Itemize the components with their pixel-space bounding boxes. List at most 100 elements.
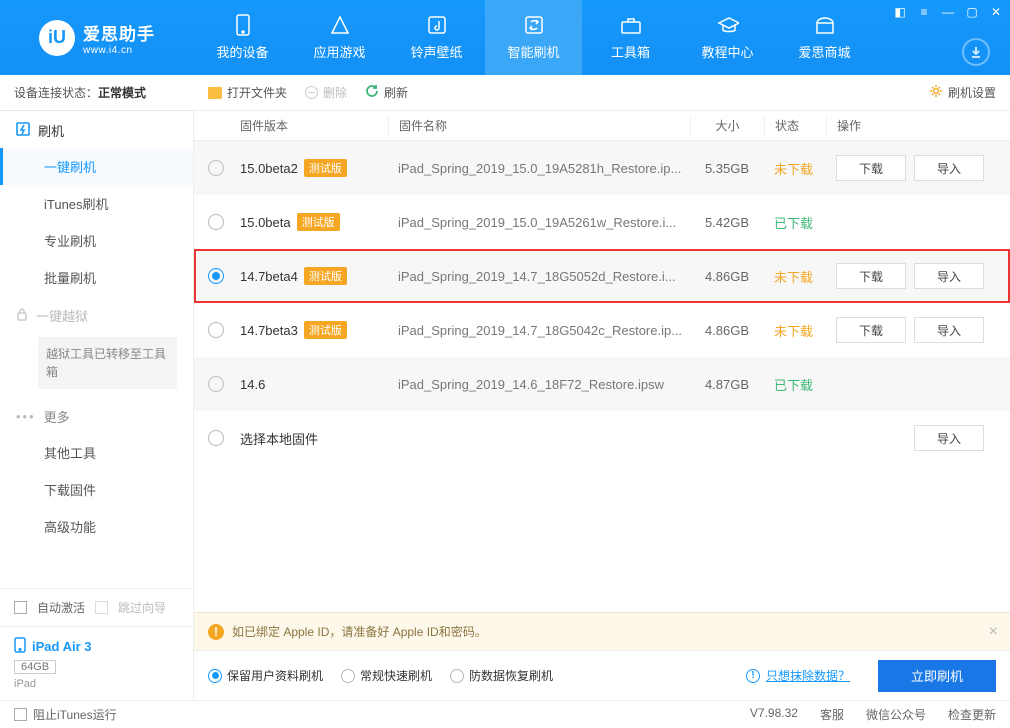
table-row[interactable]: 14.7beta3测试版 iPad_Spring_2019_14.7_18G50… [194,303,1010,357]
firmware-list: 15.0beta2测试版 iPad_Spring_2019_15.0_19A52… [194,141,1010,612]
device-name: iPad Air 3 [32,639,91,654]
phone-icon [232,14,254,36]
sidebar-item-advanced[interactable]: 高级功能 [0,508,193,545]
firmware-status: 未下载 [764,267,826,286]
reload-icon [365,84,379,101]
nav-store[interactable]: 爱思商城 [776,0,873,75]
opt-anti-recovery[interactable]: 防数据恢复刷机 [450,667,553,684]
firmware-version: 15.0beta [240,215,291,230]
warning-close-button[interactable]: × [989,623,998,641]
nav-toolbox[interactable]: 工具箱 [582,0,679,75]
sidebar-item-other[interactable]: 其他工具 [0,434,193,471]
sidebar-group-flash[interactable]: 刷机 [0,111,193,148]
content: 固件版本 固件名称 大小 状态 操作 15.0beta2测试版 iPad_Spr… [194,111,1010,700]
firmware-name: iPad_Spring_2019_14.6_18F72_Restore.ipsw [388,377,690,392]
flash-icon [16,122,30,139]
skip-guide-checkbox[interactable] [95,601,108,614]
download-button[interactable]: 下载 [836,263,906,289]
row-radio[interactable] [208,214,224,230]
row-radio[interactable] [208,268,224,284]
nav-tutorials[interactable]: 教程中心 [679,0,776,75]
table-row[interactable]: 14.6 iPad_Spring_2019_14.6_18F72_Restore… [194,357,1010,411]
firmware-name: iPad_Spring_2019_14.7_18G5052d_Restore.i… [388,269,690,284]
sidebar-item-oneclick[interactable]: 一键刷机 [0,148,193,185]
maximize-icon[interactable]: ▢ [964,4,980,20]
firmware-version: 14.6 [240,377,265,392]
import-button[interactable]: 导入 [914,425,984,451]
table-row[interactable]: 15.0beta测试版 iPad_Spring_2019_15.0_19A526… [194,195,1010,249]
table-row[interactable]: 15.0beta2测试版 iPad_Spring_2019_15.0_19A52… [194,141,1010,195]
music-icon [426,14,448,36]
app-version: V7.98.32 [750,706,798,723]
firmware-status: 未下载 [764,159,826,178]
folder-icon [208,87,222,99]
minimize-icon[interactable]: — [940,4,956,20]
auto-activate-checkbox[interactable] [14,601,27,614]
jailbreak-note: 越狱工具已转移至工具箱 [38,337,177,389]
download-button[interactable]: 下载 [836,155,906,181]
flash-now-button[interactable]: 立即刷机 [878,660,996,692]
graduation-icon [717,14,739,36]
import-button[interactable]: 导入 [914,155,984,181]
beta-badge: 测试版 [297,213,340,231]
warning-icon: ! [208,624,224,640]
nav-my-device[interactable]: 我的设备 [194,0,291,75]
download-manager-button[interactable] [962,38,990,66]
sidebar-item-itunes[interactable]: iTunes刷机 [0,185,193,222]
titlebar: iU 爱思助手 www.i4.cn 我的设备 应用游戏 铃声壁纸 智能刷机 工具… [0,0,1010,75]
skin-icon[interactable]: ◧ [892,4,908,20]
sidebar-group-jailbreak: 一键越狱 [0,296,193,333]
footer-service[interactable]: 客服 [820,706,844,723]
import-button[interactable]: 导入 [914,263,984,289]
erase-link[interactable]: 只想抹除数据？ [766,667,850,684]
lock-icon [16,307,28,324]
table-row[interactable]: 14.7beta4测试版 iPad_Spring_2019_14.7_18G50… [194,249,1010,303]
row-radio[interactable] [208,322,224,338]
footer: 阻止iTunes运行 V7.98.32 客服 微信公众号 检查更新 [0,700,1010,728]
device-panel[interactable]: iPad Air 3 64GB iPad [0,626,193,700]
beta-badge: 测试版 [304,267,347,285]
flash-settings-button[interactable]: 刷机设置 [929,84,996,101]
footer-update[interactable]: 检查更新 [948,706,996,723]
menu-icon[interactable]: ≡ [916,4,932,20]
logo[interactable]: iU 爱思助手 www.i4.cn [0,0,194,75]
nav-ringtones[interactable]: 铃声壁纸 [388,0,485,75]
app-name: 爱思助手 [83,20,155,45]
col-ops[interactable]: 操作 [826,117,996,134]
opt-normal[interactable]: 常规快速刷机 [341,667,432,684]
download-button[interactable]: 下载 [836,317,906,343]
skip-guide-label: 跳过向导 [118,599,166,616]
nav-apps[interactable]: 应用游戏 [291,0,388,75]
sidebar-item-download[interactable]: 下载固件 [0,471,193,508]
row-radio[interactable] [208,160,224,176]
refresh-button[interactable]: 刷新 [365,84,408,101]
local-firmware-row[interactable]: 选择本地固件 导入 [194,411,1010,465]
block-itunes-checkbox[interactable] [14,708,27,721]
flash-options-bar: 保留用户资料刷机 常规快速刷机 防数据恢复刷机 ! 只想抹除数据？ 立即刷机 [194,650,1010,700]
store-icon [814,14,836,36]
col-name[interactable]: 固件名称 [388,117,690,134]
sidebar-item-pro[interactable]: 专业刷机 [0,222,193,259]
footer-wechat[interactable]: 微信公众号 [866,706,926,723]
row-radio[interactable] [208,430,224,446]
sidebar-group-more[interactable]: ••• 更多 [0,397,193,434]
delete-icon [305,86,318,99]
col-version[interactable]: 固件版本 [240,117,388,134]
warning-banner: ! 如已绑定 Apple ID，请准备好 Apple ID和密码。 × [194,612,1010,650]
close-icon[interactable]: ✕ [988,4,1004,20]
open-folder-button[interactable]: 打开文件夹 [208,84,287,101]
sidebar-item-batch[interactable]: 批量刷机 [0,259,193,296]
firmware-status: 未下载 [764,321,826,340]
delete-button[interactable]: 删除 [305,84,347,101]
opt-keep-data[interactable]: 保留用户资料刷机 [208,667,323,684]
nav-flash[interactable]: 智能刷机 [485,0,582,75]
firmware-version: 15.0beta2 [240,161,298,176]
refresh-icon [523,14,545,36]
col-size[interactable]: 大小 [690,117,764,134]
row-radio[interactable] [208,376,224,392]
more-icon: ••• [16,409,36,424]
import-button[interactable]: 导入 [914,317,984,343]
col-status[interactable]: 状态 [764,117,826,134]
auto-activate-label: 自动激活 [37,599,85,616]
firmware-size: 5.35GB [690,161,764,176]
